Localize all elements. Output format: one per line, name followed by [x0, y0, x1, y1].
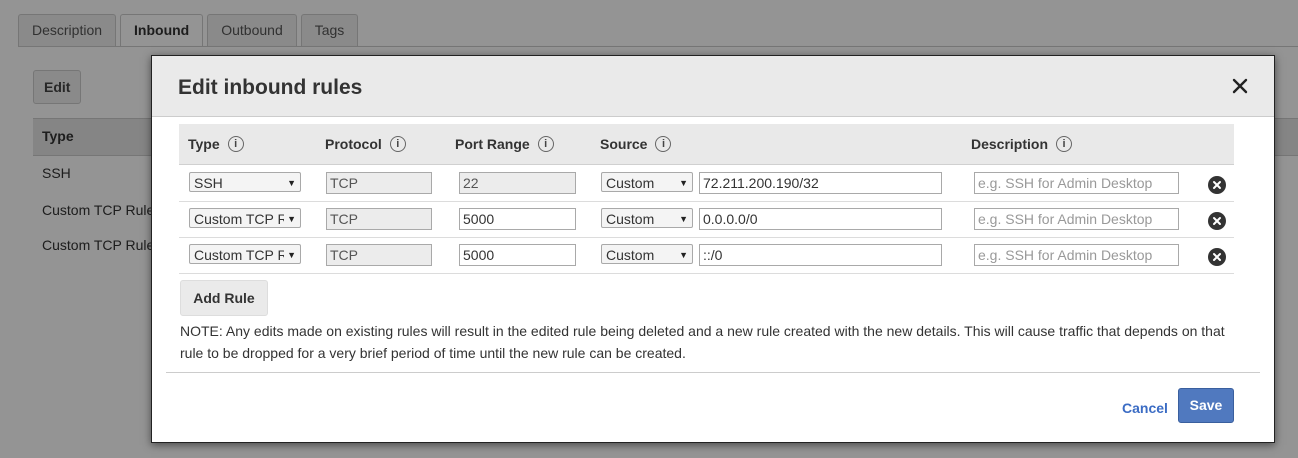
caret-down-icon: ▼: [287, 214, 296, 224]
caret-down-icon: ▼: [679, 214, 688, 224]
description-input[interactable]: [974, 172, 1179, 194]
info-icon[interactable]: i: [537, 136, 554, 152]
info-icon[interactable]: i: [655, 136, 672, 152]
source-cidr-input[interactable]: [699, 244, 942, 266]
type-select[interactable]: SSH ▼: [189, 172, 301, 192]
footer-divider: [166, 372, 1260, 373]
col-description-label: Description: [971, 136, 1049, 152]
source-type-select[interactable]: Custom ▼: [601, 244, 693, 264]
edit-warning-note: NOTE: Any edits made on existing rules w…: [180, 323, 1225, 361]
info-icon[interactable]: i: [1056, 136, 1073, 152]
rule-row: SSH ▼ Custom ▼: [179, 165, 1234, 202]
close-icon[interactable]: [1230, 76, 1250, 96]
add-rule-button[interactable]: Add Rule: [180, 280, 268, 316]
caret-down-icon: ▼: [287, 178, 296, 188]
description-input[interactable]: [974, 244, 1179, 266]
col-protocol-header: Protocol i: [325, 136, 406, 152]
rules-table-header: Type i Protocol i Port Range i Source i …: [179, 124, 1234, 165]
col-source-header: Source i: [600, 136, 672, 152]
col-port-range-label: Port Range: [455, 136, 530, 152]
col-type-label: Type: [188, 136, 220, 152]
col-source-label: Source: [600, 136, 648, 152]
type-select-value: Custom TCP R: [194, 247, 284, 263]
remove-circle-icon[interactable]: [1208, 248, 1226, 266]
modal-header: Edit inbound rules: [152, 56, 1274, 117]
col-protocol-label: Protocol: [325, 136, 382, 152]
caret-down-icon: ▼: [287, 250, 296, 260]
protocol-field: [326, 172, 432, 194]
modal-body: Type i Protocol i Port Range i Source i …: [152, 117, 1274, 442]
source-type-select[interactable]: Custom ▼: [601, 172, 693, 192]
save-button[interactable]: Save: [1178, 388, 1234, 423]
type-select-value: Custom TCP R: [194, 211, 284, 227]
caret-down-icon: ▼: [679, 178, 688, 188]
port-range-input[interactable]: [459, 208, 576, 230]
modal-title: Edit inbound rules: [178, 76, 363, 99]
type-select-value: SSH: [194, 175, 223, 191]
col-type-header: Type i: [188, 136, 244, 152]
source-cidr-input[interactable]: [699, 208, 942, 230]
port-range-input[interactable]: [459, 244, 576, 266]
info-icon[interactable]: i: [389, 136, 406, 152]
source-type-value: Custom: [606, 211, 655, 227]
rule-row: Custom TCP R ▼ Custom ▼: [179, 201, 1234, 238]
description-input[interactable]: [974, 208, 1179, 230]
cancel-button[interactable]: Cancel: [1122, 400, 1168, 416]
remove-circle-icon[interactable]: [1208, 212, 1226, 230]
type-select[interactable]: Custom TCP R ▼: [189, 244, 301, 264]
col-description-header: Description i: [971, 136, 1073, 152]
source-type-value: Custom: [606, 247, 655, 263]
source-cidr-input[interactable]: [699, 172, 942, 194]
type-select[interactable]: Custom TCP R ▼: [189, 208, 301, 228]
remove-circle-icon[interactable]: [1208, 176, 1226, 194]
protocol-field: [326, 208, 432, 230]
source-type-select[interactable]: Custom ▼: [601, 208, 693, 228]
col-port-range-header: Port Range i: [455, 136, 554, 152]
source-type-value: Custom: [606, 175, 655, 191]
protocol-field: [326, 244, 432, 266]
rule-row: Custom TCP R ▼ Custom ▼: [179, 237, 1234, 274]
edit-inbound-rules-modal: Edit inbound rules Type i Protocol i Por…: [151, 55, 1275, 443]
caret-down-icon: ▼: [679, 250, 688, 260]
port-range-field: [459, 172, 576, 194]
info-icon[interactable]: i: [227, 136, 244, 152]
